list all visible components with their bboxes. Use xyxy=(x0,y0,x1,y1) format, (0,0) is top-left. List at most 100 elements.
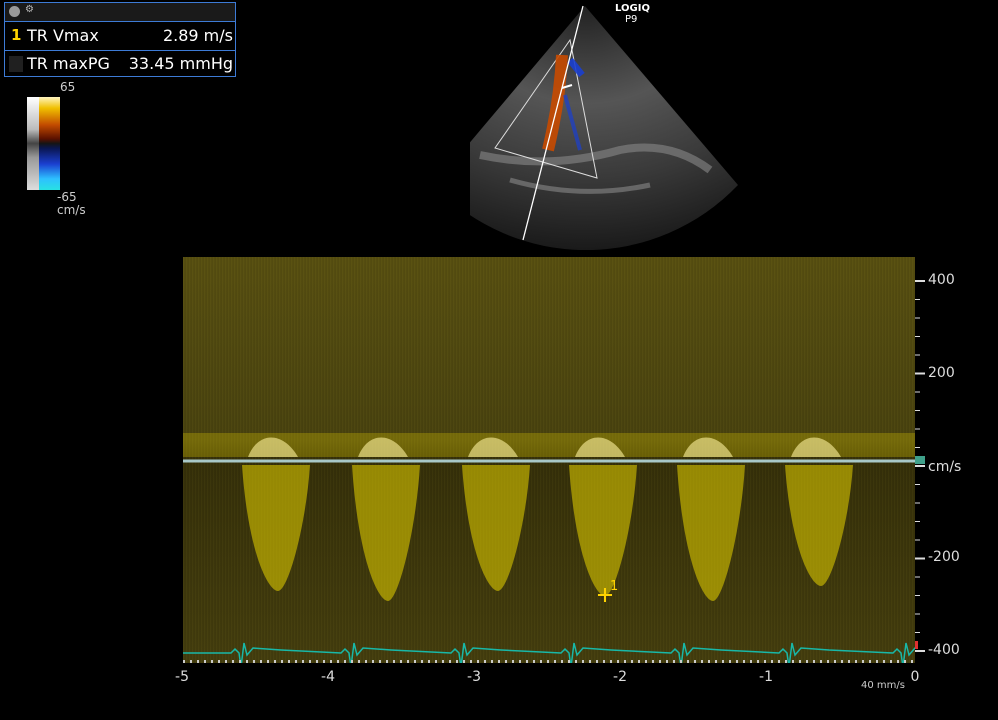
time-tick xyxy=(491,660,493,663)
time-tick xyxy=(687,660,689,663)
tr-jet-envelope xyxy=(569,465,637,596)
time-tick xyxy=(232,660,234,663)
color-scale-min: -65 xyxy=(57,190,77,204)
time-tick xyxy=(582,660,584,663)
time-tick xyxy=(295,660,297,663)
tr-jet-envelope xyxy=(242,465,310,591)
time-tick xyxy=(267,660,269,663)
time-tick xyxy=(736,660,738,663)
time-tick xyxy=(673,660,675,663)
close-icon[interactable] xyxy=(9,6,20,17)
time-tick xyxy=(575,660,577,663)
cursor-label: 1 xyxy=(610,579,618,594)
time-tick xyxy=(288,660,290,663)
time-tick xyxy=(771,660,773,663)
time-tick xyxy=(666,660,668,663)
time-tick xyxy=(309,660,311,663)
time-tick xyxy=(463,660,465,663)
tr-jet-envelope xyxy=(785,465,853,586)
time-tick xyxy=(757,660,759,663)
measurement-value: 2.89 m/s xyxy=(162,26,233,45)
time-tick xyxy=(624,660,626,663)
time-tick xyxy=(638,660,640,663)
velocity-unit: cm/s xyxy=(928,459,962,475)
time-tick xyxy=(813,660,815,663)
time-tick xyxy=(225,660,227,663)
time-tick xyxy=(456,660,458,663)
time-tick xyxy=(197,660,199,663)
time-tick xyxy=(498,660,500,663)
time-tick xyxy=(778,660,780,663)
time-tick xyxy=(533,660,535,663)
time-tick xyxy=(820,660,822,663)
scale-marker xyxy=(915,641,918,649)
velocity-axis-ticks xyxy=(915,280,925,652)
time-tick xyxy=(764,660,766,663)
time-tick xyxy=(386,660,388,663)
time-tick xyxy=(806,660,808,663)
time-tick xyxy=(568,660,570,663)
time-tick xyxy=(519,660,521,663)
time-tick xyxy=(337,660,339,663)
time-tick xyxy=(904,660,906,663)
time-tick xyxy=(379,660,381,663)
time-tick xyxy=(645,660,647,663)
time-tick xyxy=(246,660,248,663)
time-tick xyxy=(855,660,857,663)
time-tick xyxy=(253,660,255,663)
time-tick xyxy=(505,660,507,663)
time-tick xyxy=(834,660,836,663)
color-scale-max: 65 xyxy=(60,80,76,94)
time-tick xyxy=(477,660,479,663)
time-tick xyxy=(512,660,514,663)
time-tick xyxy=(190,660,192,663)
time-tick xyxy=(659,660,661,663)
time-tick xyxy=(694,660,696,663)
velocity-label: -200 xyxy=(928,549,960,565)
time-tick xyxy=(890,660,892,663)
time-tick xyxy=(351,660,353,663)
velocity-label: -400 xyxy=(928,642,960,658)
time-tick xyxy=(218,660,220,663)
time-tick xyxy=(561,660,563,663)
time-tick xyxy=(827,660,829,663)
time-tick xyxy=(729,660,731,663)
measurement-titlebar[interactable]: ⚙ xyxy=(5,3,235,22)
time-tick xyxy=(750,660,752,663)
measurement-panel[interactable]: ⚙ 1 TR Vmax 2.89 m/s TR maxPG 33.45 mmHg xyxy=(4,2,236,77)
time-tick xyxy=(260,660,262,663)
measurement-row[interactable]: 1 TR Vmax 2.89 m/s xyxy=(5,23,235,49)
time-tick xyxy=(862,660,864,663)
time-tick xyxy=(274,660,276,663)
time-tick xyxy=(428,660,430,663)
time-tick xyxy=(421,660,423,663)
time-tick xyxy=(848,660,850,663)
doppler-spectrum[interactable]: 1 xyxy=(183,257,915,663)
settings-icon[interactable]: ⚙ xyxy=(25,4,34,15)
time-tick xyxy=(372,660,374,663)
time-tick xyxy=(610,660,612,663)
time-tick xyxy=(715,660,717,663)
time-tick xyxy=(617,660,619,663)
sector-image[interactable] xyxy=(470,0,750,250)
time-tick xyxy=(540,660,542,663)
time-tick xyxy=(554,660,556,663)
time-tick xyxy=(722,660,724,663)
time-tick xyxy=(316,660,318,663)
time-tick xyxy=(876,660,878,663)
tr-jet-envelope xyxy=(352,465,420,601)
time-tick xyxy=(596,660,598,663)
time-tick xyxy=(365,660,367,663)
time-tick xyxy=(302,660,304,663)
time-tick xyxy=(484,660,486,663)
time-tick xyxy=(680,660,682,663)
time-tick xyxy=(435,660,437,663)
measurement-row[interactable]: TR maxPG 33.45 mmHg xyxy=(5,50,235,77)
measurement-name: TR maxPG xyxy=(27,54,110,73)
time-tick xyxy=(841,660,843,663)
time-label: -4 xyxy=(321,669,335,685)
time-tick xyxy=(701,660,703,663)
time-tick xyxy=(407,660,409,663)
time-tick xyxy=(897,660,899,663)
time-tick xyxy=(799,660,801,663)
